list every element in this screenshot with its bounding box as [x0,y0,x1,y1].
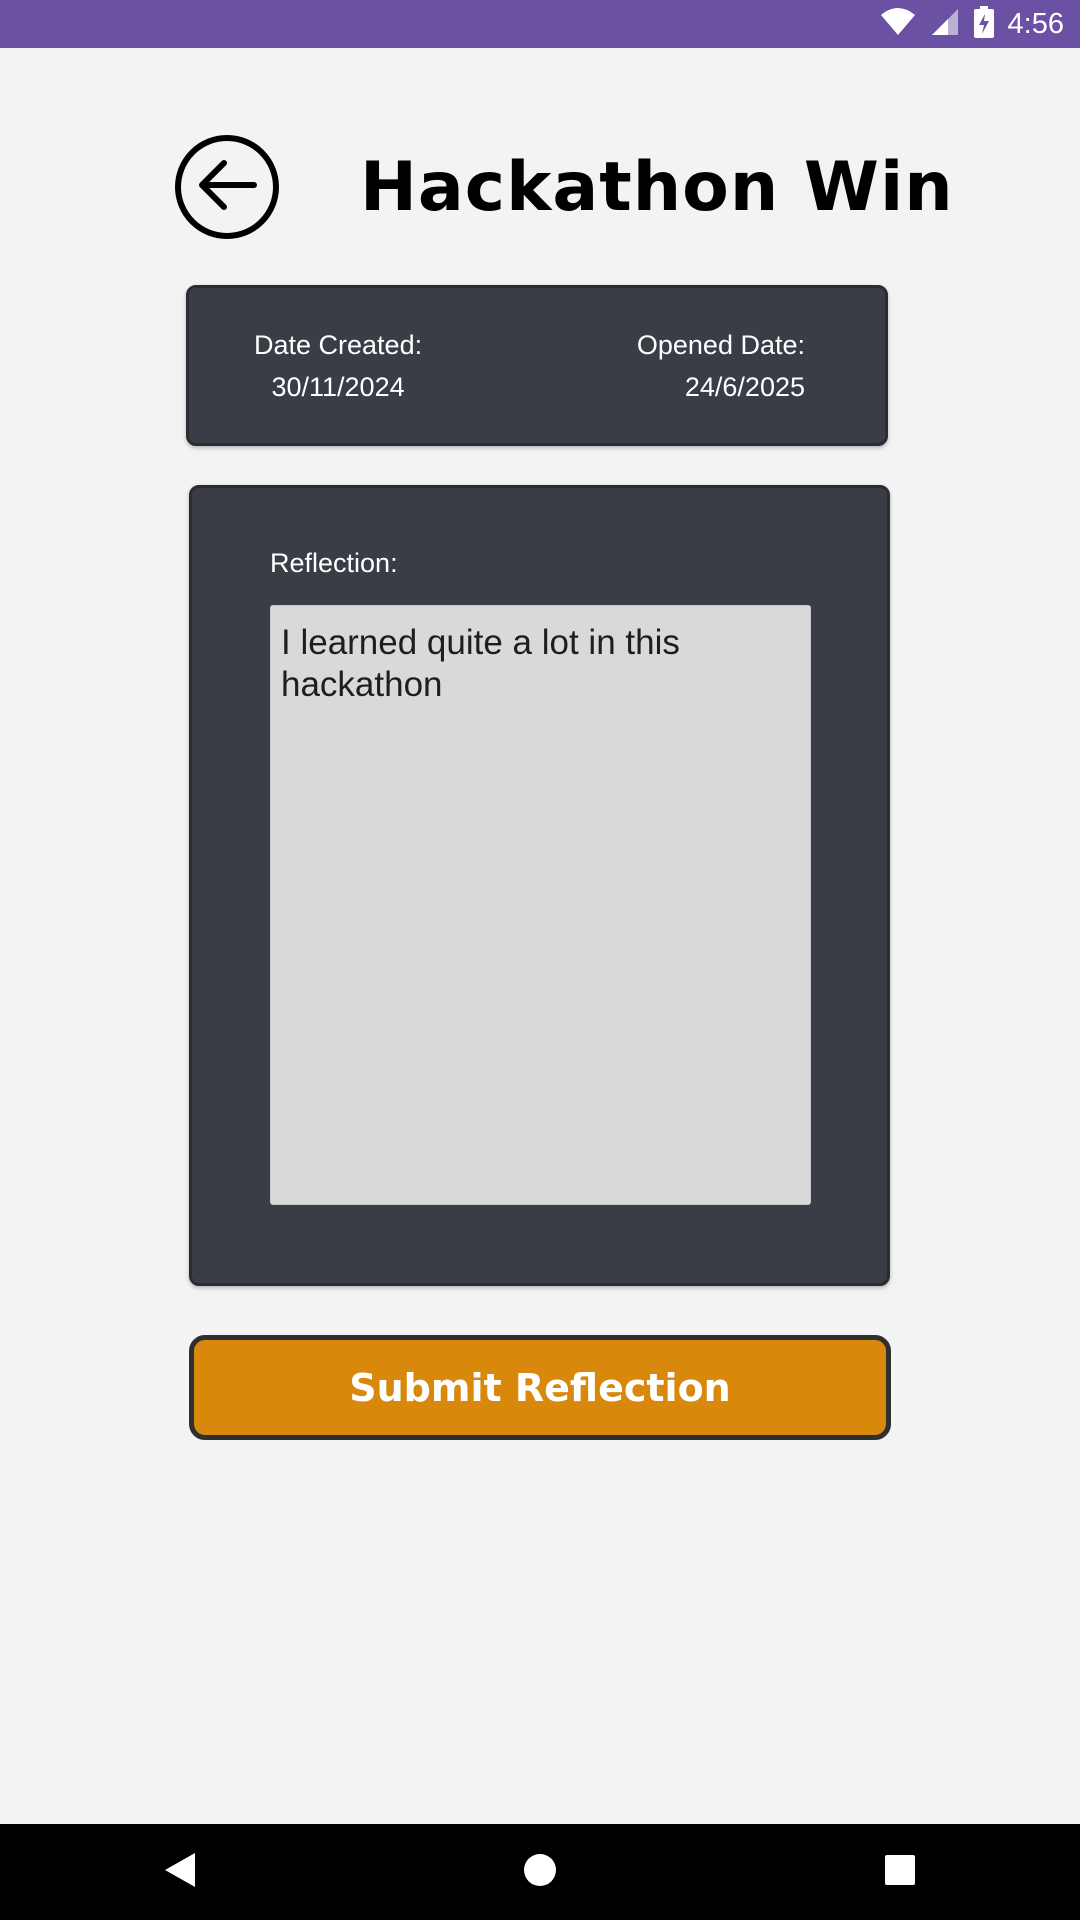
opened-date-label: Opened Date: [636,330,805,360]
arrow-left-icon [196,159,258,216]
screen: 4:56 Hackathon Win Date Created: 30/11/2… [0,0,1080,1920]
opened-date-value: 24/6/2025 [684,372,805,402]
date-created-value: 30/11/2024 [271,372,405,402]
page-title: Hackathon Win [360,148,954,227]
back-button[interactable] [175,135,279,239]
reflection-card: Reflection: I learned quite a lot in thi… [189,485,890,1286]
nav-back-icon [163,1851,197,1894]
nav-home-icon [522,1852,558,1893]
date-created-block: Date Created: 30/11/2024 [254,324,422,408]
submit-reflection-button[interactable]: Submit Reflection [189,1335,891,1440]
date-created-label: Date Created: [254,330,423,360]
reflection-label: Reflection: [270,548,398,578]
nav-bar [0,1824,1080,1920]
battery-charging-icon [973,5,994,43]
nav-recents-button[interactable] [840,1824,960,1920]
nav-home-button[interactable] [480,1824,600,1920]
opened-date-block: Opened Date: 24/6/2025 [637,324,805,408]
dates-card: Date Created: 30/11/2024 Opened Date: 24… [186,285,888,446]
nav-recents-icon [884,1854,916,1891]
status-bar: 4:56 [0,0,1080,48]
reflection-input[interactable]: I learned quite a lot in this hackathon [270,605,811,1205]
signal-icon [930,7,960,42]
nav-back-button[interactable] [120,1824,240,1920]
status-time: 4:56 [1007,7,1064,40]
wifi-icon [880,7,916,42]
status-icons: 4:56 [880,0,1064,48]
